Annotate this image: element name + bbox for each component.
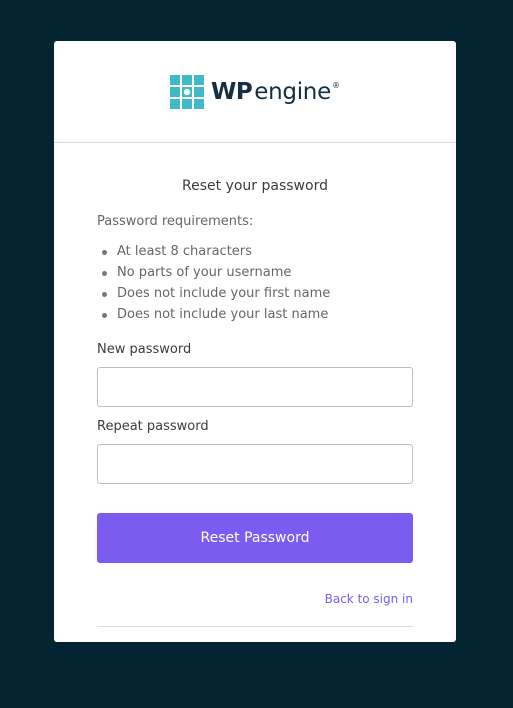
back-link-row: Back to sign in [97,590,413,606]
wp-engine-grid-icon [170,74,205,109]
card-header: WP engine ® [54,41,456,143]
footer-divider [97,626,413,627]
wp-engine-logo: WP engine ® [170,74,340,109]
requirement-item: At least 8 characters [97,242,413,263]
requirement-item: Does not include your first name [97,284,413,305]
requirements-label: Password requirements: [97,214,254,229]
back-to-sign-in-link[interactable]: Back to sign in [325,592,413,606]
requirement-item: Does not include your last name [97,305,413,326]
page-title: Reset your password [182,178,328,194]
new-password-label: New password [97,342,192,357]
new-password-input[interactable] [97,367,413,407]
repeat-password-label: Repeat password [97,419,209,434]
requirements-list: At least 8 characters No parts of your u… [97,242,413,326]
logo-wordmark-light: engine [254,78,331,105]
registered-mark: ® [331,80,340,90]
reset-password-card: WP engine ® Reset your password Password… [54,41,456,642]
reset-password-button[interactable]: Reset Password [97,513,413,563]
card-body: Reset your password Password requirement… [54,177,456,627]
requirement-item: No parts of your username [97,263,413,284]
repeat-password-input[interactable] [97,444,413,484]
logo-wordmark-bold: WP [211,78,253,105]
